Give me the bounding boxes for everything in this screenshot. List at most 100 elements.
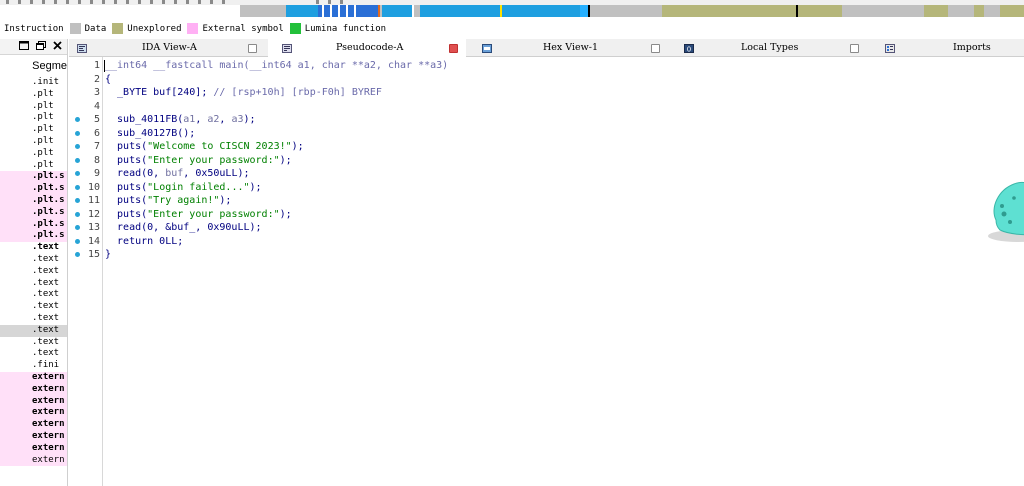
segment-row[interactable]: .plt.s <box>0 171 67 184</box>
code-line[interactable]: 8 puts("Enter your password:"); <box>69 154 1024 168</box>
segment-row[interactable]: .plt <box>0 124 67 136</box>
segment-row[interactable]: extern <box>0 383 67 396</box>
code-token: } <box>105 249 112 260</box>
tab-imports[interactable]: Imports <box>877 39 1024 57</box>
code-token: puts( <box>105 208 148 220</box>
code-text: return 0LL; <box>105 235 183 249</box>
segment-row[interactable]: extern <box>0 442 67 455</box>
segment-row[interactable]: .text <box>0 301 67 313</box>
code-line[interactable]: 3 _BYTE buf[240]; // [rsp+10h] [rbp-F0h]… <box>69 86 1024 100</box>
code-token: "Try again!" <box>147 195 220 206</box>
svg-text:0: 0 <box>687 46 691 54</box>
close-icon[interactable] <box>53 40 62 53</box>
line-number: 3 <box>93 87 100 98</box>
code-token: // [rsp+10h] [rbp-F0h] BYREF <box>213 87 382 98</box>
segment-row[interactable]: .plt <box>0 112 67 124</box>
breakpoint-dot-icon[interactable] <box>75 117 80 122</box>
line-number: 6 <box>93 127 100 139</box>
code-token: a2 <box>207 114 220 125</box>
tab-label: Local Types <box>741 42 799 53</box>
code-token: { <box>105 73 112 85</box>
tab-label: IDA View-A <box>142 42 197 53</box>
code-line[interactable]: 12 puts("Enter your password:"); <box>69 208 1024 222</box>
tab-close-icon[interactable] <box>850 44 859 53</box>
breakpoint-dot-icon[interactable] <box>75 252 80 257</box>
code-line[interactable]: 10 puts("Login failed..."); <box>69 181 1024 195</box>
segment-row[interactable]: .plt <box>0 160 67 172</box>
tab-close-icon[interactable] <box>248 44 257 53</box>
segment-row[interactable]: extern <box>0 454 67 467</box>
tab-local-types[interactable]: 0 Local Types <box>676 39 871 57</box>
breakpoint-dot-icon[interactable] <box>75 144 80 149</box>
breakpoint-dot-icon[interactable] <box>75 171 80 176</box>
segment-row[interactable]: extern <box>0 371 67 384</box>
segment-row[interactable]: .text <box>0 289 67 301</box>
segment-row[interactable]: .init <box>0 77 67 89</box>
local-types-icon: 0 <box>684 44 694 54</box>
breakpoint-dot-icon[interactable] <box>75 238 80 244</box>
segment-row[interactable]: .plt <box>0 136 67 148</box>
code-text: puts("Try again!"); <box>105 194 231 208</box>
code-token: ); <box>219 195 232 206</box>
segment-row[interactable]: extern <box>0 430 67 443</box>
code-line[interactable]: 1 __int64 __fastcall main(__int64 a1, cha… <box>69 59 1024 73</box>
segments-column-header[interactable]: Segme <box>0 55 67 77</box>
breakpoint-dot-icon[interactable] <box>75 130 80 136</box>
code-token: _BYTE buf[240]; <box>105 87 214 98</box>
code-line[interactable]: 11 puts("Try again!"); <box>69 194 1024 208</box>
code-line[interactable]: 15} <box>69 248 1024 262</box>
segment-row[interactable]: .plt.s <box>0 183 67 195</box>
code-line[interactable]: 13 read(0, &buf_, 0x90uLL); <box>69 221 1024 235</box>
code-line[interactable]: 5 sub_4011FB(a1, a2, a3); <box>69 113 1024 127</box>
segment-row[interactable]: extern <box>0 407 67 420</box>
segment-row[interactable]: extern <box>0 395 67 408</box>
code-line[interactable]: 6 sub_40127B(); <box>69 127 1024 141</box>
code-token: ); <box>243 114 256 125</box>
code-line[interactable]: 2{ <box>69 73 1024 87</box>
tab-ida-view-a[interactable]: IDA View-A <box>69 39 260 57</box>
code-line[interactable]: 14 return 0LL; <box>69 235 1024 249</box>
ida-view-icon <box>77 44 87 53</box>
segment-row[interactable]: .fini <box>0 360 67 372</box>
line-number: 11 <box>87 195 100 206</box>
segment-row[interactable]: .text <box>0 266 67 278</box>
segment-row[interactable]: .text <box>0 348 67 360</box>
code-line[interactable]: 4 <box>69 100 1024 114</box>
restore-icon[interactable] <box>19 40 29 53</box>
segment-row[interactable]: .text <box>0 242 67 254</box>
legend-external-symbol: External symbol <box>185 23 284 34</box>
float-icon[interactable] <box>36 40 46 53</box>
segment-row[interactable]: .text <box>0 278 67 290</box>
segment-row[interactable]: .text <box>0 313 67 325</box>
code-line[interactable]: 7 puts("Welcome to CISCN 2023!"); <box>69 140 1024 154</box>
breakpoint-dot-icon[interactable] <box>75 157 80 163</box>
segment-row[interactable]: .plt.s <box>0 230 67 243</box>
breakpoint-dot-icon[interactable] <box>75 225 80 230</box>
code-token: read(0, <box>105 168 166 179</box>
line-number: 13 <box>87 222 100 233</box>
pseudocode-view[interactable]: 1 __int64 __fastcall main(__int64 a1, cha… <box>69 57 1024 486</box>
segment-row[interactable]: .text <box>0 324 67 337</box>
code-token: "Enter your password:" <box>147 208 280 220</box>
segment-row[interactable]: .plt <box>0 89 67 101</box>
code-line[interactable]: 9 read(0, buf, 0x50uLL); <box>69 167 1024 181</box>
code-text: puts("Enter your password:"); <box>105 208 292 222</box>
segment-row[interactable]: extern <box>0 419 67 431</box>
segment-row[interactable]: .plt.s <box>0 218 67 231</box>
segment-row[interactable]: .plt.s <box>0 206 67 219</box>
breakpoint-dot-icon[interactable] <box>75 198 80 203</box>
tab-hex-view-1[interactable]: Hex View-1 <box>474 39 668 57</box>
segment-row[interactable]: .plt <box>0 101 67 113</box>
breakpoint-dot-icon[interactable] <box>75 184 80 190</box>
line-number: 10 <box>87 181 100 193</box>
code-token: sub_4011FB( <box>105 114 184 125</box>
breakpoint-dot-icon[interactable] <box>75 211 80 217</box>
tab-close-icon[interactable] <box>449 44 458 53</box>
tab-pseudocode-a[interactable]: Pseudocode-A <box>268 39 466 57</box>
segment-row[interactable]: .text <box>0 337 67 349</box>
segment-row[interactable]: .plt.s <box>0 194 67 207</box>
segment-row[interactable]: .plt <box>0 148 67 160</box>
navigation-band[interactable] <box>240 5 1024 17</box>
tab-close-icon[interactable] <box>651 44 660 53</box>
segment-row[interactable]: .text <box>0 254 67 266</box>
